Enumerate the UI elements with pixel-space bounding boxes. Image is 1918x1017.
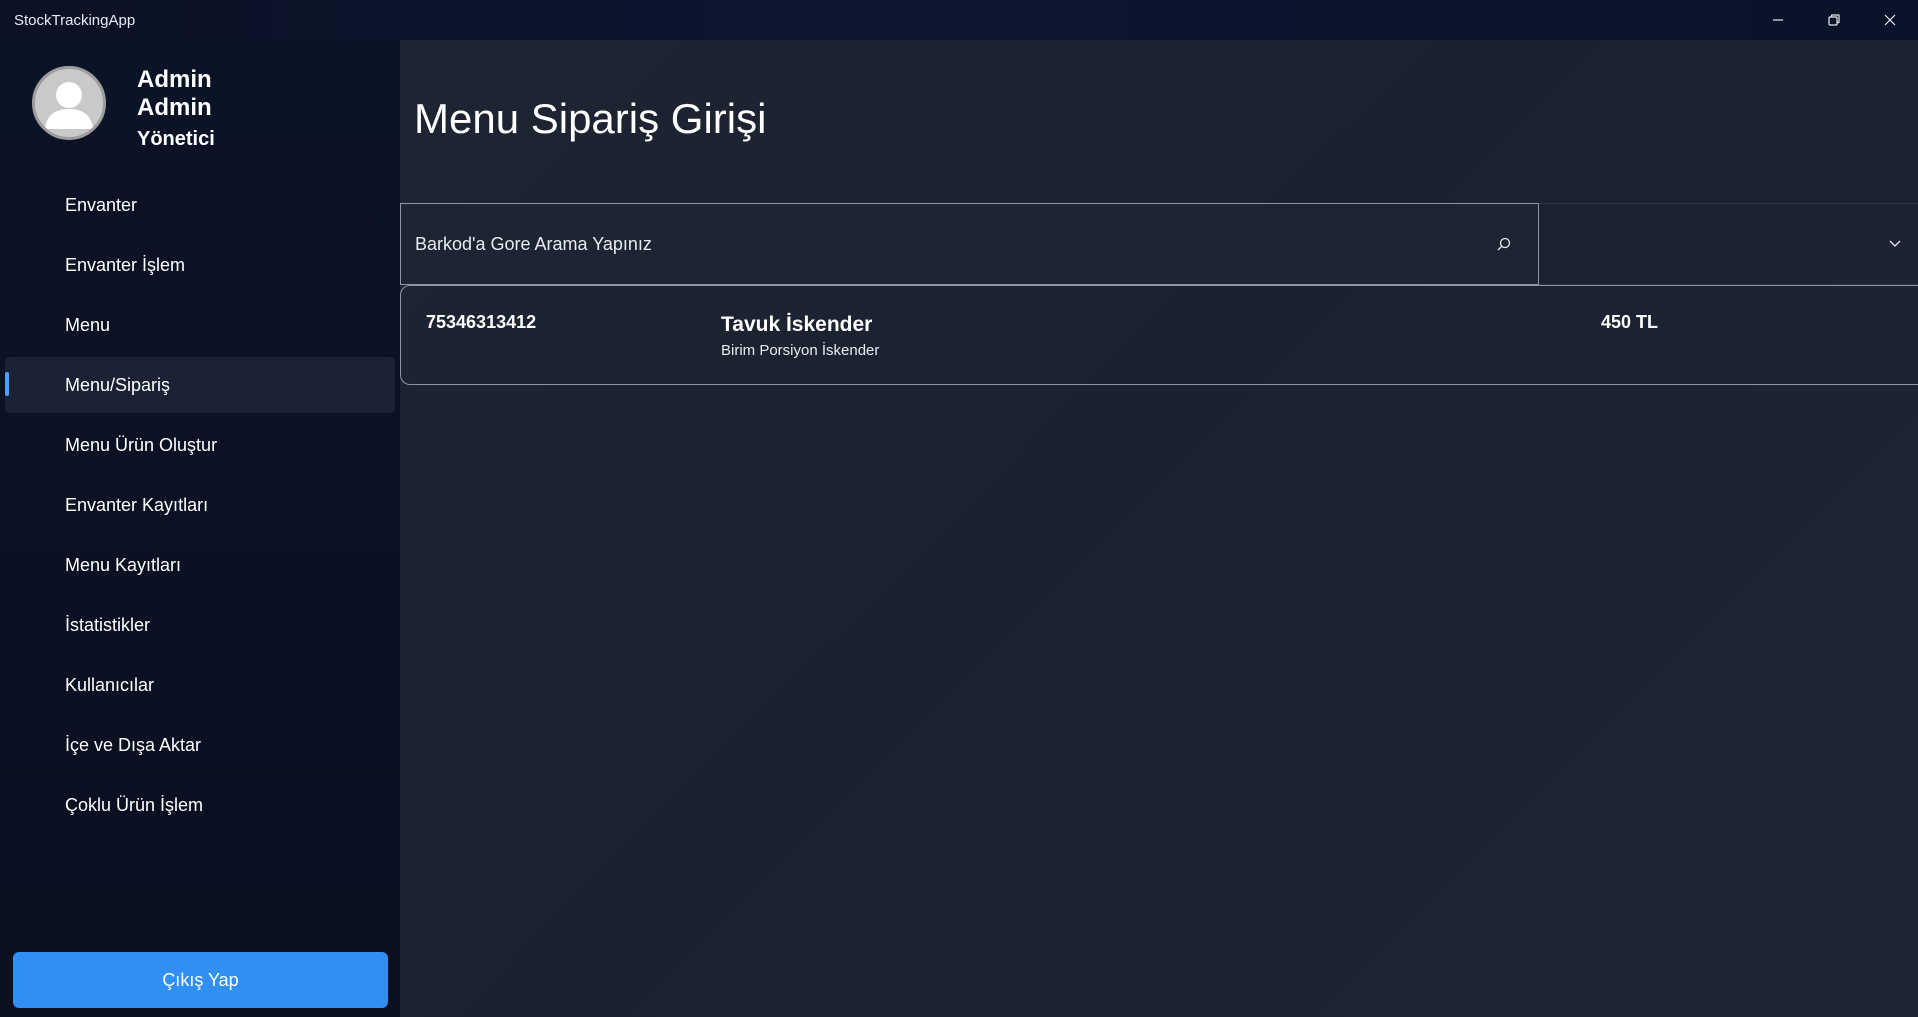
sidebar-item-label: Menu Ürün Oluştur [65,434,218,455]
sidebar-item-label: Menu Kayıtları [65,554,182,575]
item-description: Birim Porsiyon İskender [721,342,880,359]
selection-indicator [5,312,9,336]
selection-indicator [5,792,9,816]
search-icon[interactable] [1484,224,1524,264]
selection-indicator [5,432,9,456]
minimize-icon [1773,19,1783,21]
selection-indicator [5,192,9,216]
sidebar-item-coklu-urun-islem[interactable]: Çoklu Ürün İşlem [5,777,395,833]
selection-indicator [5,672,9,696]
sidebar-item-istatistikler[interactable]: İstatistikler [5,597,395,653]
title-bar: StockTrackingApp [0,0,1918,40]
item-barcode: 75346313412 [426,312,537,332]
item-name: Tavuk İskender [721,313,873,336]
sidebar-item-label: Menu/Sipariş [65,374,171,395]
item-price: 450 TL [1601,312,1659,332]
sidebar-item-ice-disa-aktar[interactable]: İçe ve Dışa Aktar [5,717,395,773]
logout-button[interactable]: Çıkış Yap [13,952,388,1008]
close-icon [1884,14,1896,26]
chevron-down-icon [1889,240,1901,247]
selection-indicator [5,552,9,576]
app-title: StockTrackingApp [14,12,136,29]
sidebar-nav: Envanter Envanter İşlem Menu Menu/Sipari… [5,177,395,837]
sidebar-item-menu-kayitlari[interactable]: Menu Kayıtları [5,537,395,593]
user-first-name: Admin [137,66,212,93]
sidebar-item-label: Çoklu Ürün İşlem [65,794,204,815]
minimize-button[interactable] [1750,0,1806,40]
sidebar-item-label: Envanter [65,194,138,215]
results-list: 75346313412 Tavuk İskender Birim Porsiyo… [400,285,1918,385]
user-avatar-icon [32,66,106,140]
restore-icon [1828,14,1840,26]
close-button[interactable] [1862,0,1918,40]
sidebar-item-label: İçe ve Dışa Aktar [65,734,202,755]
page-title: Menu Sipariş Girişi [414,95,767,142]
sidebar-item-kullanicilar[interactable]: Kullanıcılar [5,657,395,713]
category-dropdown[interactable] [1539,203,1918,285]
sidebar-item-menu-urun-olustur[interactable]: Menu Ürün Oluştur [5,417,395,473]
app-window: StockTrackingApp Admin Admin Yönetici En… [0,0,1918,1017]
sidebar-item-label: Envanter Kayıtları [65,494,209,515]
user-last-name: Admin [137,94,212,121]
selection-indicator [5,732,9,756]
selection-indicator [5,372,9,396]
selection-indicator [5,252,9,276]
sidebar-item-envanter[interactable]: Envanter [5,177,395,233]
sidebar-item-envanter-kayitlari[interactable]: Envanter Kayıtları [5,477,395,533]
sidebar-item-label: Kullanıcılar [65,674,155,695]
sidebar-item-menu[interactable]: Menu [5,297,395,353]
restore-button[interactable] [1806,0,1862,40]
sidebar-item-menu-siparis[interactable]: Menu/Sipariş [5,357,395,413]
sidebar: Admin Admin Yönetici Envanter Envanter İ… [0,40,400,1017]
search-box [400,203,1539,285]
selection-indicator [5,492,9,516]
list-item[interactable]: 75346313412 Tavuk İskender Birim Porsiyo… [400,285,1918,385]
sidebar-item-envanter-islem[interactable]: Envanter İşlem [5,237,395,293]
user-role: Yönetici [137,128,215,150]
search-input[interactable] [415,204,1484,284]
selection-indicator [5,612,9,636]
sidebar-item-label: İstatistikler [65,614,151,635]
main-content: Menu Sipariş Girişi 75346313412 Tavuk İs… [400,40,1918,1017]
sidebar-item-label: Envanter İşlem [65,254,186,275]
sidebar-item-label: Menu [65,314,111,335]
